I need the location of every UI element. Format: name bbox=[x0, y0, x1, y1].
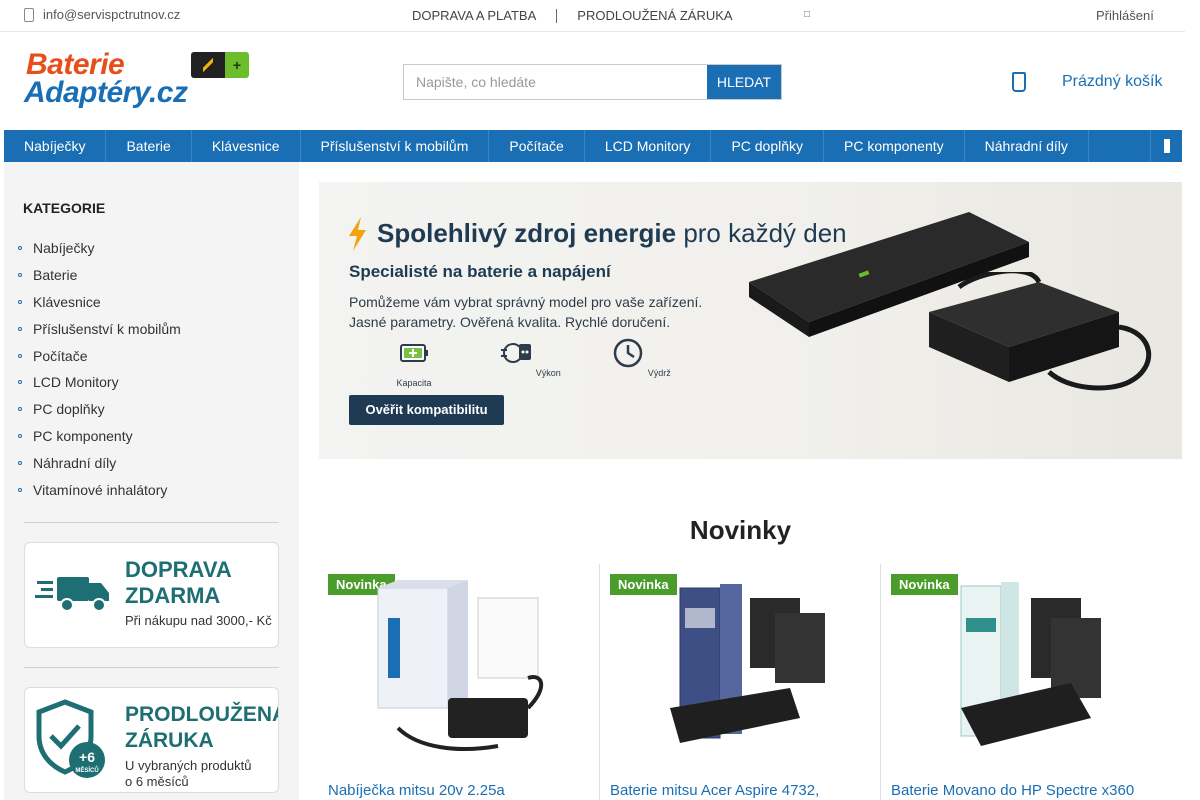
cart-link[interactable]: Prázdný košík bbox=[1012, 72, 1162, 92]
category-item[interactable]: LCD Monitory bbox=[18, 369, 181, 396]
email-text: info@servispctrutnov.cz bbox=[43, 7, 181, 22]
nav-item-mobile-accessories[interactable]: Příslušenství k mobilům bbox=[301, 130, 490, 162]
check-compatibility-button[interactable]: Ověřit kompatibilitu bbox=[349, 395, 504, 425]
product-name[interactable]: Baterie Movano do HP Spectre x360 bbox=[891, 782, 1134, 799]
bullet-icon bbox=[18, 380, 22, 385]
cart-label: Prázdný košík bbox=[1062, 73, 1163, 90]
bullet-icon bbox=[18, 460, 22, 465]
feature-capacity: Kapacita bbox=[379, 336, 449, 388]
more-icon bbox=[1163, 139, 1170, 153]
category-item[interactable]: Nabíječky bbox=[18, 235, 181, 262]
feature-endurance: Výdrž bbox=[606, 336, 676, 378]
banner-description: Pomůžeme vám vybrat správný model pro va… bbox=[349, 294, 703, 330]
bullet-icon bbox=[18, 353, 22, 358]
nav-item-spare-parts[interactable]: Náhradní díly bbox=[965, 130, 1089, 162]
search-button[interactable]: HLEDAT bbox=[707, 65, 781, 99]
categories-heading: KATEGORIE bbox=[23, 200, 106, 216]
bullet-icon bbox=[18, 407, 22, 412]
category-item[interactable]: Vitamínové inhalátory bbox=[18, 476, 181, 503]
product-image[interactable] bbox=[358, 578, 558, 768]
site-logo[interactable]: Baterie Adaptéry.cz + bbox=[24, 48, 260, 112]
divider bbox=[24, 522, 279, 523]
svg-text:+6: +6 bbox=[79, 749, 95, 765]
nav-item-pc-accessories[interactable]: PC doplňky bbox=[711, 130, 825, 162]
battery-icon bbox=[400, 344, 428, 362]
logo-text-line2: Adaptéry.cz bbox=[24, 76, 188, 109]
nav-item-keyboards[interactable]: Klávesnice bbox=[192, 130, 301, 162]
promo-title: PRODLOUŽENÁ ZÁRUKA bbox=[125, 703, 279, 752]
product-card[interactable]: Novinka Nabíječka mitsu 20v 2.25a bbox=[318, 564, 599, 800]
banner-subtitle: Specialisté na baterie a napájení bbox=[349, 262, 611, 281]
nav-item-batteries[interactable]: Baterie bbox=[106, 130, 192, 162]
category-item[interactable]: Počítače bbox=[18, 342, 181, 369]
truck-icon bbox=[35, 577, 109, 612]
nav-item-chargers[interactable]: Nabíječky bbox=[4, 130, 107, 162]
search-form: HLEDAT bbox=[403, 64, 782, 100]
top-bar: info@servispctrutnov.cz DOPRAVA A PLATBA… bbox=[0, 0, 1185, 32]
bullet-icon bbox=[18, 433, 22, 438]
sidebar: KATEGORIE Nabíječky Baterie Klávesnice P… bbox=[4, 162, 299, 800]
promo-text: U vybraných produktů o 6 měsíců bbox=[125, 758, 252, 789]
top-links: DOPRAVA A PLATBA PRODLOUŽENÁ ZÁRUKA bbox=[412, 8, 733, 23]
promo-text: Při nákupu nad 3000,- Kč bbox=[125, 613, 272, 628]
phone-icon bbox=[24, 7, 34, 22]
section-title: Novinky bbox=[689, 515, 792, 545]
product-image[interactable] bbox=[640, 578, 840, 768]
email-link[interactable]: info@servispctrutnov.cz bbox=[24, 7, 180, 22]
category-item[interactable]: Náhradní díly bbox=[18, 449, 181, 476]
category-item[interactable]: Baterie bbox=[18, 262, 181, 289]
divider bbox=[556, 8, 558, 23]
login-link[interactable]: Přihlášení bbox=[1096, 8, 1154, 23]
product-name[interactable]: Nabíječka mitsu 20v 2.25a bbox=[328, 782, 505, 799]
category-item[interactable]: Příslušenství k mobilům bbox=[18, 315, 181, 342]
extended-warranty-link[interactable]: PRODLOUŽENÁ ZÁRUKA bbox=[577, 8, 732, 23]
battery-icon: + bbox=[191, 52, 249, 78]
lightning-icon bbox=[349, 217, 366, 251]
feature-power: Výkon bbox=[495, 336, 565, 378]
bullet-icon bbox=[18, 299, 22, 304]
nav-more-button[interactable] bbox=[1150, 130, 1182, 162]
divider bbox=[24, 667, 279, 668]
cart-icon bbox=[1012, 72, 1026, 92]
power-adapter-image bbox=[929, 272, 1152, 391]
bullet-icon bbox=[18, 246, 22, 251]
product-card[interactable]: Novinka Baterie mitsu Acer Aspire 4732, bbox=[599, 564, 880, 800]
svg-text:MĚSÍCŮ: MĚSÍCŮ bbox=[75, 766, 98, 774]
hero-banner[interactable]: Spolehlivý zdroj energie pro každý den S… bbox=[319, 182, 1182, 459]
promo-title: DOPRAVA ZDARMA bbox=[125, 557, 232, 608]
nav-item-pc-components[interactable]: PC komponenty bbox=[824, 130, 965, 162]
language-icon[interactable]: □ bbox=[804, 9, 810, 20]
extended-warranty-banner[interactable]: +6 MĚSÍCŮ PRODLOUŽENÁ ZÁRUKA U vybraných … bbox=[24, 687, 279, 793]
category-item[interactable]: PC komponenty bbox=[18, 423, 181, 450]
nav-item-lcd-monitors[interactable]: LCD Monitory bbox=[585, 130, 712, 162]
shield-icon: +6 MĚSÍCŮ bbox=[36, 699, 105, 778]
nav-item-computers[interactable]: Počítače bbox=[489, 130, 585, 162]
product-card[interactable]: Novinka Baterie Movano do HP Spectre x36… bbox=[880, 564, 1161, 800]
category-item[interactable]: Klávesnice bbox=[18, 289, 181, 316]
category-list: Nabíječky Baterie Klávesnice Příslušenst… bbox=[18, 235, 181, 503]
bullet-icon bbox=[18, 326, 22, 331]
category-item[interactable]: PC doplňky bbox=[18, 396, 181, 423]
product-name[interactable]: Baterie mitsu Acer Aspire 4732, bbox=[610, 782, 819, 799]
free-shipping-banner[interactable]: DOPRAVA ZDARMA Při nákupu nad 3000,- Kč bbox=[24, 542, 279, 648]
product-image[interactable] bbox=[921, 578, 1121, 768]
bullet-icon bbox=[18, 273, 22, 278]
search-input[interactable] bbox=[404, 65, 707, 99]
plug-icon bbox=[501, 343, 532, 363]
clock-icon bbox=[613, 338, 643, 368]
shipping-payment-link[interactable]: DOPRAVA A PLATBA bbox=[412, 8, 536, 23]
bullet-icon bbox=[18, 487, 22, 492]
main-nav: Nabíječky Baterie Klávesnice Příslušenst… bbox=[4, 130, 1182, 162]
